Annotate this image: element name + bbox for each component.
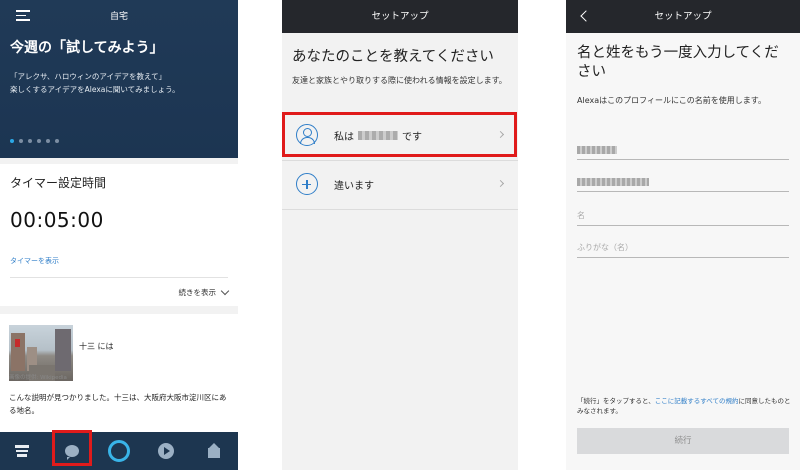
carousel-dot[interactable] xyxy=(28,139,32,143)
last-name-field[interactable] xyxy=(577,140,789,160)
top-bar: 自宅 xyxy=(0,0,238,30)
chevron-down-icon xyxy=(220,286,230,296)
nav-play[interactable] xyxy=(149,432,183,470)
header: セットアップ xyxy=(566,0,800,33)
first-name-furigana-placeholder: ふりがな（名） xyxy=(577,243,633,252)
carousel-dot[interactable] xyxy=(46,139,50,143)
bottom-nav xyxy=(0,432,238,470)
page-subtitle: 友達と家族とやり取りする際に使われる情報を設定します。 xyxy=(292,76,507,85)
devices-icon xyxy=(207,443,221,458)
banner-body: 「アレクサ、ハロウィンのアイデアを教えて」 楽しくするアイデアをAlexaに聞い… xyxy=(10,70,230,96)
banner-body-line1: 「アレクサ、ハロウィンのアイデアを教えて」 xyxy=(10,72,167,81)
highlight-box xyxy=(52,430,92,466)
back-arrow-icon[interactable] xyxy=(580,10,592,22)
header-title: セットアップ xyxy=(282,0,518,33)
continue-button[interactable]: 続行 xyxy=(577,428,789,454)
terms-notice: 「続行」をタップすると、ここに記載するすべての規約に同意したものとみなされます。 xyxy=(577,396,792,416)
page-subtitle: Alexaはこのプロフィールにこの名前を使用します。 xyxy=(577,96,766,105)
carousel-dot[interactable] xyxy=(10,139,14,143)
last-name-furigana-field[interactable] xyxy=(577,172,789,192)
timer-card-title: タイマー設定時間 xyxy=(10,176,107,190)
carousel-dot[interactable] xyxy=(37,139,41,143)
place-description: こんな説明が見つかりました。十三は、大阪府大阪市淀川区にある地名。 xyxy=(9,393,227,415)
alexa-home-screen: 自宅 今週の「試してみよう」 「アレクサ、ハロウィンのアイデアを教えて」 楽しく… xyxy=(0,0,238,470)
show-timer-link[interactable]: タイマーを表示 xyxy=(10,256,59,266)
page-heading: 名と姓をもう一度入力してください xyxy=(577,45,779,80)
option-not-me[interactable]: 違います xyxy=(282,158,518,210)
play-icon xyxy=(158,443,174,459)
carousel-dot[interactable] xyxy=(55,139,59,143)
try-this-banner[interactable]: 自宅 今週の「試してみよう」 「アレクサ、ハロウィンのアイデアを教えて」 楽しく… xyxy=(0,0,238,158)
banner-heading: 今週の「試してみよう」 xyxy=(10,40,164,56)
timer-card: タイマー設定時間 00:05:00 タイマーを表示 続きを表示 xyxy=(0,164,238,306)
nav-devices[interactable] xyxy=(197,432,231,470)
home-icon xyxy=(15,444,29,458)
alexa-icon xyxy=(108,440,130,462)
place-name: 十三 には xyxy=(79,342,114,351)
show-more-button[interactable]: 続きを表示 xyxy=(178,286,230,298)
plus-icon xyxy=(296,173,318,195)
highlight-box xyxy=(282,112,517,157)
nav-alexa[interactable] xyxy=(102,432,136,470)
first-name-placeholder: 名 xyxy=(577,211,585,220)
first-name-field[interactable]: 名 xyxy=(577,206,789,226)
page-title: 自宅 xyxy=(109,12,128,22)
option-not-me-label: 違います xyxy=(334,181,374,192)
show-more-label: 続きを表示 xyxy=(178,288,217,297)
banner-body-line2: 楽しくするアイデアをAlexaに聞いてみましょう。 xyxy=(10,85,180,94)
nav-home[interactable] xyxy=(5,432,39,470)
carousel-dot[interactable] xyxy=(19,139,23,143)
first-name-furigana-field[interactable]: ふりがな（名） xyxy=(577,238,789,258)
setup-name-screen: セットアップ 名と姓をもう一度入力してください Alexaはこのプロフィールにこ… xyxy=(566,0,800,470)
image-credit: 画像の提供: Wikipedia xyxy=(9,375,67,381)
carousel-dots[interactable] xyxy=(10,139,59,143)
terms-link[interactable]: ここに記載するすべての規約 xyxy=(655,397,739,405)
place-info-card[interactable]: 十三 には 画像の提供: Wikipedia こんな説明が見つかりました。十三は… xyxy=(0,314,238,432)
chevron-right-icon xyxy=(496,179,505,188)
page-heading: あなたのことを教えてください xyxy=(292,49,494,65)
setup-identify-screen: セットアップ あなたのことを教えてください 友達と家族とやり取りする際に使われる… xyxy=(282,0,518,470)
terms-prefix: 「続行」をタップすると、 xyxy=(577,397,655,405)
header-title: セットアップ xyxy=(654,11,712,22)
timer-value: 00:05:00 xyxy=(10,208,104,232)
redacted-value xyxy=(577,146,617,154)
divider xyxy=(10,277,228,278)
redacted-value xyxy=(577,178,649,186)
